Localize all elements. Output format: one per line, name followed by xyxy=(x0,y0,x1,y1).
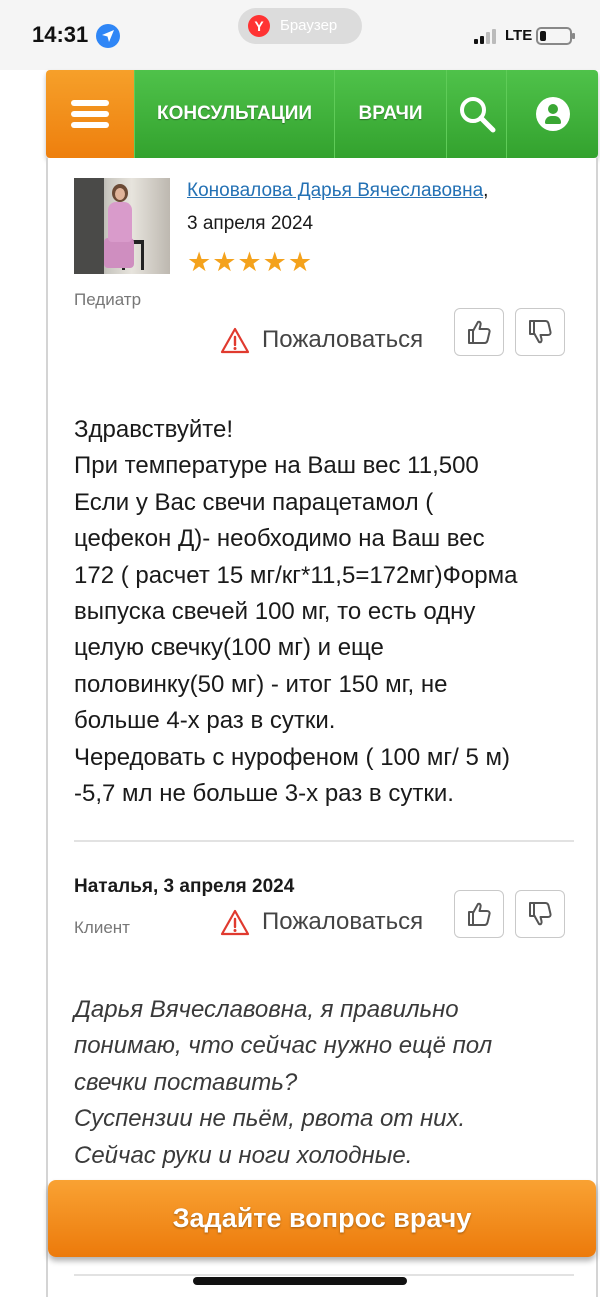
search-icon xyxy=(459,97,495,133)
answer-line: больше 4-х раз в сутки. xyxy=(74,707,336,735)
question-line: Дарья Вячеславовна, я правильно xyxy=(74,996,459,1023)
doctor-name-link[interactable]: Коновалова Дарья Вячеславовна xyxy=(187,180,483,201)
network-type: LTE xyxy=(505,27,533,44)
ask-doctor-button[interactable]: Задайте вопрос врачу xyxy=(48,1180,596,1257)
status-bar: 14:31 Y Браузер LTE xyxy=(0,0,600,70)
answer-line: -5,7 мл не больше 3-х раз в сутки. xyxy=(74,780,454,808)
doctor-name-comma: , xyxy=(483,180,489,201)
menu-button[interactable] xyxy=(46,70,134,158)
client-author-date: Наталья, 3 апреля 2024 xyxy=(74,876,295,897)
answer-line: выпуска свечей 100 мг, то есть одну xyxy=(74,598,476,626)
main-nav: КОНСУЛЬТАЦИИ ВРАЧИ xyxy=(46,70,598,158)
thumbs-up-icon xyxy=(468,902,491,926)
battery-icon xyxy=(536,27,575,45)
qa-thread: Коновалова Дарья Вячеславовна, 3 апреля … xyxy=(46,158,598,1297)
home-indicator[interactable] xyxy=(193,1277,407,1285)
complain-link[interactable]: Пожаловаться xyxy=(220,326,423,354)
like-button[interactable] xyxy=(454,890,504,938)
complain-label: Пожаловаться xyxy=(262,326,424,353)
answer-line: половинку(50 мг) - итог 150 мг, не xyxy=(74,670,448,698)
battery-level xyxy=(540,31,546,41)
client-role: Клиент xyxy=(74,918,130,937)
client-question-text: Дарья Вячеславовна, я правильно понимаю,… xyxy=(74,992,492,1174)
thumbs-up-icon xyxy=(468,320,491,344)
answer-line: Чередовать с нурофеном ( 100 мг/ 5 м) xyxy=(74,743,511,771)
complain-link[interactable]: Пожаловаться xyxy=(220,908,423,936)
doctor-avatar[interactable] xyxy=(74,178,170,274)
doctor-specialty: Педиатр xyxy=(74,290,142,309)
warning-icon xyxy=(220,909,250,935)
status-time: 14:31 xyxy=(32,22,89,47)
doctor-answer-text: Здравствуйте! При температуре на Ваш вес… xyxy=(74,412,517,812)
question-line: понимаю, что сейчас нужно ещё пол xyxy=(74,1032,493,1060)
browser-pill[interactable]: Y Браузер xyxy=(238,8,362,44)
answer-line: 172 ( расчет 15 мг/кг*11,5=172мг)Форма xyxy=(74,561,518,589)
like-button[interactable] xyxy=(454,308,504,356)
hamburger-icon xyxy=(71,95,109,133)
nav-doctors[interactable]: ВРАЧИ xyxy=(334,70,446,158)
complain-label: Пожаловаться xyxy=(262,908,424,935)
answer-line: цефекон Д)- необходимо на Ваш вес xyxy=(74,525,485,553)
warning-icon xyxy=(220,327,250,353)
answer-line: Здравствуйте! xyxy=(74,416,234,443)
location-arrow-icon xyxy=(96,24,120,48)
doctor-name-row: Коновалова Дарья Вячеславовна, xyxy=(187,180,488,202)
question-line: свечки поставить? xyxy=(74,1068,298,1096)
question-line: Суспензии не пьём, рвота от них. xyxy=(74,1105,466,1133)
browser-label: Браузер xyxy=(280,17,338,34)
thumbs-down-icon xyxy=(529,320,552,344)
rating-stars: ★★★★★ xyxy=(187,247,314,277)
answer-line: При температуре на Ваш вес 11,500 xyxy=(74,452,479,480)
signal-icon xyxy=(474,28,500,44)
thumbs-down-icon xyxy=(529,902,552,926)
user-button[interactable] xyxy=(506,70,598,158)
divider xyxy=(74,840,574,842)
doctor-answer-date: 3 апреля 2024 xyxy=(187,213,314,234)
dislike-button[interactable] xyxy=(515,308,565,356)
answer-line: Если у Вас свечи парацетамол ( xyxy=(74,488,434,516)
dislike-button[interactable] xyxy=(515,890,565,938)
nav-consultations[interactable]: КОНСУЛЬТАЦИИ xyxy=(134,70,334,158)
search-button[interactable] xyxy=(446,70,506,158)
question-line: Сейчас руки и ноги холодные. xyxy=(74,1141,413,1169)
user-icon xyxy=(535,97,570,131)
yandex-logo-icon: Y xyxy=(248,15,270,37)
answer-line: целую свечку(100 мг) и еще xyxy=(74,634,384,662)
divider xyxy=(74,1274,574,1276)
